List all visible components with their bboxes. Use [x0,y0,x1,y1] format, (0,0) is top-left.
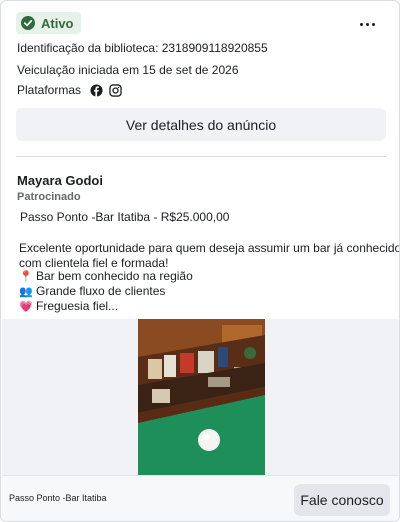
start-date-text: Veiculação iniciada em 15 de set de 2026 [17,63,239,77]
facebook-icon [90,83,103,97]
instagram-icon [109,83,122,97]
library-id-text: Identificação da biblioteca: 23189091189… [17,41,268,55]
check-circle-icon [21,16,35,30]
ad-bullet-text: Bar bem conhecido na região [36,269,193,283]
status-row: Ativo [16,12,81,34]
ad-bullet: 💗 Freguesia fiel... [19,299,118,313]
platforms-label: Plataformas [17,83,82,97]
status-label: Ativo [41,15,74,31]
divider [16,156,386,157]
ad-card: Ativo Identificação da biblioteca: 23189… [0,0,400,522]
more-horizontal-icon [359,22,363,26]
ad-bullet-text: Freguesia fiel... [36,299,119,313]
pin-icon: 📍 [19,271,33,283]
status-badge: Ativo [16,12,81,34]
ad-paragraph-line-1: Excelente oportunidade para quem deseja … [19,241,400,255]
ad-paragraph-line-2: com clientela fiel e formada! [19,256,169,270]
more-options-button[interactable] [355,15,379,33]
bar-pool-table-photo [138,319,265,475]
ad-bullet-text: Grande fluxo de clientes [36,284,166,298]
heart-icon: 💗 [19,301,33,313]
sponsored-label: Patrocinado [17,191,81,203]
ad-headline: Passo Ponto -Bar Itatiba - R$25.000,00 [20,210,230,224]
ad-footer: Passo Ponto -Bar Itatiba Fale conosco [2,475,399,521]
view-ad-details-button[interactable]: Ver detalhes do anúncio [16,108,386,141]
platforms-row: Plataformas [17,83,122,97]
footer-caption: Passo Ponto -Bar Itatiba [9,493,107,503]
ad-bullet: 📍 Bar bem conhecido na região [19,269,193,283]
people-icon: 👥 [19,286,33,298]
ad-media-area [2,319,399,475]
advertiser-name[interactable]: Mayara Godoi [17,173,103,188]
contact-us-button[interactable]: Fale conosco [294,484,390,516]
ad-bullet: 👥 Grande fluxo de clientes [19,284,165,298]
ad-image[interactable] [138,319,265,475]
